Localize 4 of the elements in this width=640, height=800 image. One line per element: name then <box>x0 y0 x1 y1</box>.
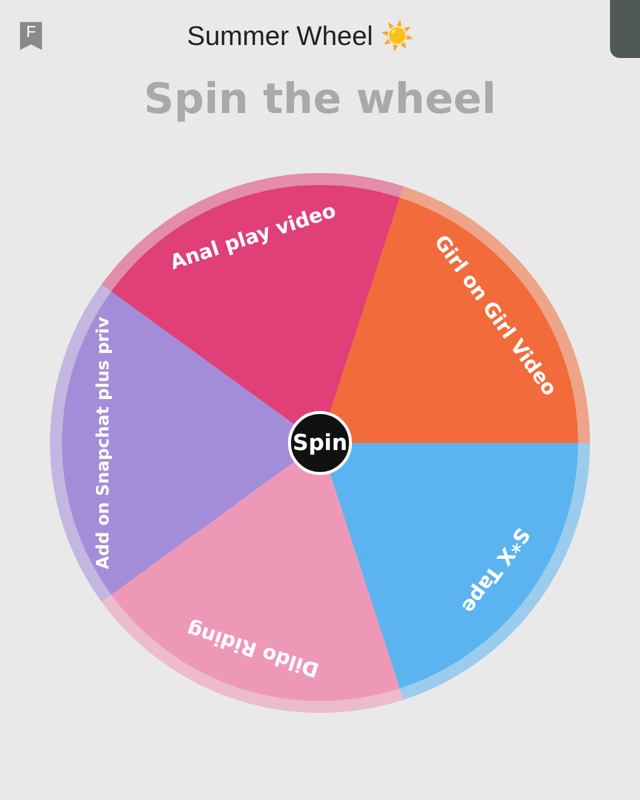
heading: Spin the wheel <box>144 74 496 123</box>
segment-label: Add on Snapchat plus priv <box>94 316 114 570</box>
wheel-title: Summer Wheel ☀ <box>187 20 415 52</box>
segment-label: Anal play video <box>167 198 339 274</box>
